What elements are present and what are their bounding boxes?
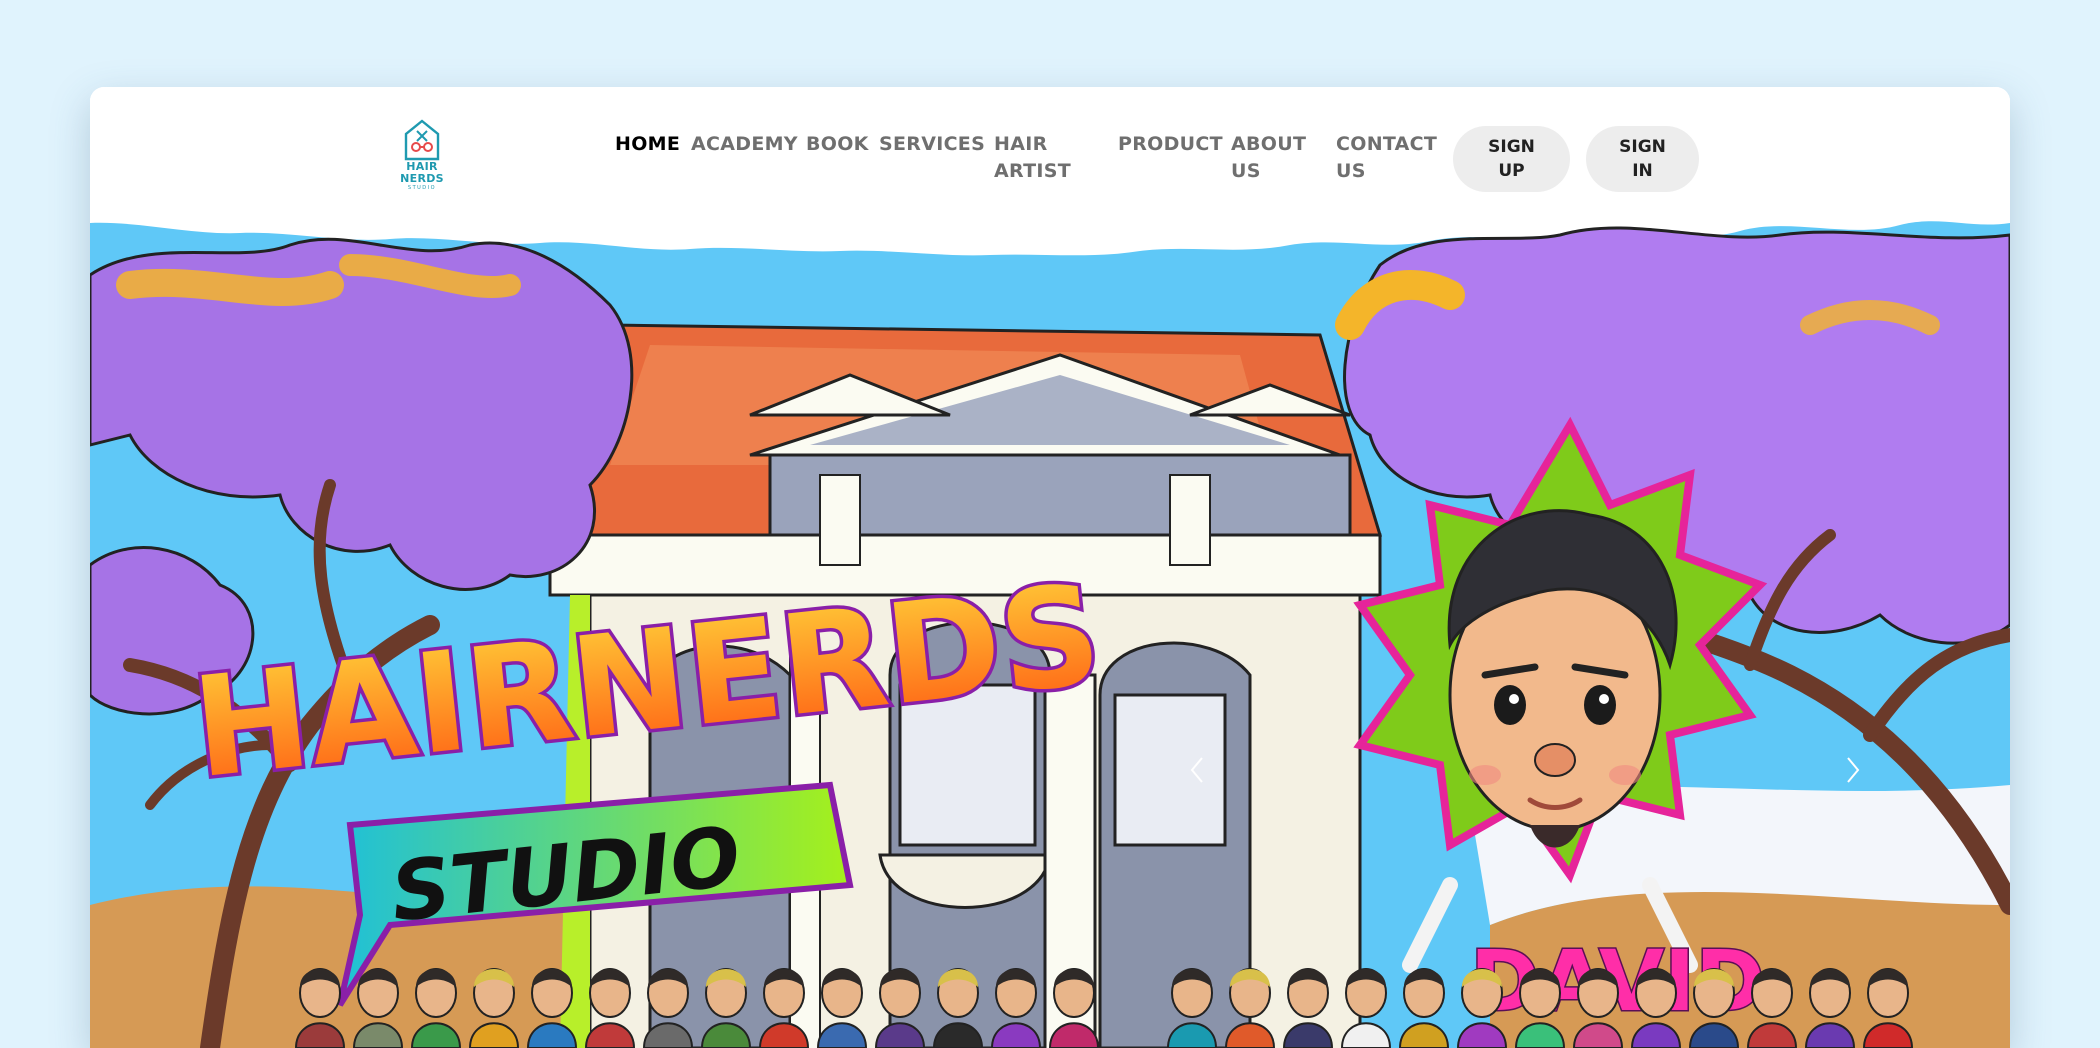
nav-home[interactable]: HOME <box>615 131 685 158</box>
hero-illustration: HAIRNERDS STUDIO DAVID <box>90 205 2010 1048</box>
logo-text-nerds: NERDS <box>400 172 444 185</box>
top-navigation: HAIR NERDS STUDIO HOME ACADEMY BOOK SERV… <box>90 87 2010 207</box>
logo-text-studio: STUDIO <box>407 185 437 191</box>
nav-about-us[interactable]: ABOUT US <box>1231 131 1311 185</box>
hero-carousel: HAIRNERDS STUDIO DAVID <box>90 205 2010 1048</box>
sign-in-button[interactable]: SIGN IN <box>1586 126 1699 192</box>
nav-book[interactable]: BOOK <box>806 131 871 158</box>
sign-up-label: SIGN UP <box>1488 137 1535 181</box>
house-logo-icon <box>404 119 440 161</box>
nav-product[interactable]: PRODUCT <box>1118 131 1223 158</box>
nav-contact-us[interactable]: CONTACT US <box>1336 131 1437 185</box>
nav-hair-artist[interactable]: HAIR ARTIST <box>994 131 1084 185</box>
browser-window: HAIR NERDS STUDIO HOME ACADEMY BOOK SERV… <box>90 87 2010 1048</box>
nav-services[interactable]: SERVICES <box>879 131 989 158</box>
hair-nerds-logo[interactable]: HAIR NERDS STUDIO <box>400 119 444 199</box>
nav-academy[interactable]: ACADEMY <box>691 131 801 158</box>
sign-up-button[interactable]: SIGN UP <box>1453 126 1570 192</box>
sign-in-label: SIGN IN <box>1619 137 1666 181</box>
